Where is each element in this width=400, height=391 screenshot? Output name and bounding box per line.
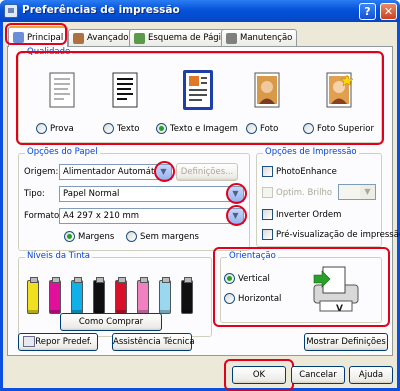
quality-radio-foto-superior[interactable]: Foto Superior [303,123,374,134]
type-value: Papel Normal [63,189,120,199]
title-bar: Preferências de impressão ? ✕ [0,0,400,22]
tab-manutencao[interactable]: Manutenção [221,29,298,46]
print-options-label: Opções de Impressão [263,147,359,157]
reset-icon [23,336,35,347]
cancel-button[interactable]: Cancelar [291,366,345,384]
source-arrow-highlight [154,161,175,182]
radio-dot[interactable] [246,123,257,134]
portrait-radio[interactable]: Vertical [224,273,270,284]
radio-dot[interactable] [103,123,114,134]
checkbox-box[interactable] [262,209,273,220]
radio-label: Foto [260,123,279,134]
radio-dot-selected[interactable] [156,123,167,134]
tab-label: Avançado [87,33,129,43]
landscape-radio[interactable]: Horizontal [224,293,281,304]
radio-label: Vertical [238,273,270,284]
tab-avancado[interactable]: Avançado [68,29,134,46]
quality-radio-texto[interactable]: Texto [103,123,139,134]
radio-label: Foto Superior [317,123,374,134]
ink-levels-label: Níveis da Tinta [25,251,92,261]
text-image-page-icon [183,70,213,110]
printer-app-icon [4,4,18,18]
margins-radio[interactable]: Margens [64,231,114,242]
brightness-select[interactable]: ▼ [338,184,376,200]
help-button[interactable]: Ajuda [349,366,393,384]
chevron-down-icon[interactable]: ▼ [360,185,375,199]
size-value: A4 297 x 210 mm [63,211,140,221]
tab-panel-principal: Qualidade Prova Texto Texto e Imagem Fot… [7,46,400,356]
borderless-radio[interactable]: Sem margens [126,231,199,242]
radio-dot-selected[interactable] [224,273,235,284]
print-preview-checkbox[interactable]: Pré-visualização de impressão [262,229,400,240]
source-label: Origem: [24,167,59,177]
yellow-cartridge-icon [27,277,39,314]
maintenance-icon [226,32,237,44]
printer-orientation-icon: V [313,266,359,314]
definicoes-button[interactable]: Definições... [176,163,238,181]
radio-label: Prova [50,123,74,134]
photo-icon [254,72,280,108]
type-arrow-highlight [226,183,247,204]
quality-radio-foto[interactable]: Foto [246,123,278,134]
orientation-letter: V [336,304,343,314]
quality-radio-prova[interactable]: Prova [36,123,74,134]
cyan-cartridge-icon [71,277,83,314]
repor-predef-button[interactable]: Repor Predef. [18,333,98,351]
tab-label: Esquema de Página [148,33,232,43]
radio-dot[interactable] [36,123,47,134]
checkbox-box[interactable] [262,166,273,177]
tab-highlight [5,23,67,45]
red-cartridge-icon [115,277,127,314]
magenta-cartridge-icon [49,277,61,314]
mostrar-definicoes-button[interactable]: Mostrar Definições [304,333,388,351]
reset-label: Repor Predef. [35,337,92,347]
layout-icon [134,32,145,44]
radio-label: Sem margens [140,231,199,242]
checkbox-label: PhotoEnhance [276,166,337,177]
radio-label: Margens [78,231,115,242]
radio-dot[interactable] [126,231,137,242]
checkbox-label: Optim. Brilho [276,187,333,198]
text-page-icon [112,72,138,108]
matte-black-cartridge-icon [181,277,193,314]
source-value: Alimentador Automático [63,167,167,177]
print-preferences-window: Preferências de impressão ? ✕ Principal … [0,0,400,391]
photoenhance-checkbox[interactable]: PhotoEnhance [262,166,337,177]
checkbox-label: Inverter Ordem [276,209,342,220]
como-comprar-button[interactable]: Como Comprar [60,313,162,331]
help-title-button[interactable]: ? [359,3,376,20]
dialog-client: Principal Avançado Esquema de Página Man… [3,22,400,391]
radio-label: Texto e Imagem [170,123,238,134]
size-arrow-highlight [226,205,247,226]
light-magenta-cartridge-icon [137,277,149,314]
checkbox-box[interactable] [262,229,273,240]
draft-page-icon [49,72,75,108]
brightness-checkbox[interactable]: Optim. Brilho [262,187,332,198]
type-label: Tipo: [24,189,45,199]
radio-dot[interactable] [224,293,235,304]
best-photo-icon [326,72,353,108]
black-cartridge-icon [93,277,105,314]
checkbox-label: Pré-visualização de impressão [276,229,400,240]
quality-radio-texto-e-imagem[interactable]: Texto e Imagem [156,123,238,134]
size-label: Formato: [24,211,63,221]
light-cyan-cartridge-icon [159,277,171,314]
close-title-button[interactable]: ✕ [380,3,397,20]
radio-dot[interactable] [303,123,314,134]
paper-options-label: Opções do Papel [25,147,100,157]
radio-dot-selected[interactable] [64,231,75,242]
reverse-order-checkbox[interactable]: Inverter Ordem [262,209,341,220]
window-title: Preferências de impressão [22,4,180,16]
settings-icon [73,32,84,44]
radio-label: Texto [117,123,140,134]
assistencia-tecnica-button[interactable]: Assistência Técnica [112,333,195,351]
checkbox-box[interactable] [262,187,273,198]
tab-label: Manutenção [240,33,293,43]
radio-label: Horizontal [238,293,282,304]
type-select[interactable]: Papel Normal ▼ [59,186,244,202]
ok-highlight [224,359,294,391]
size-select[interactable]: A4 297 x 210 mm ▼ [59,208,244,224]
